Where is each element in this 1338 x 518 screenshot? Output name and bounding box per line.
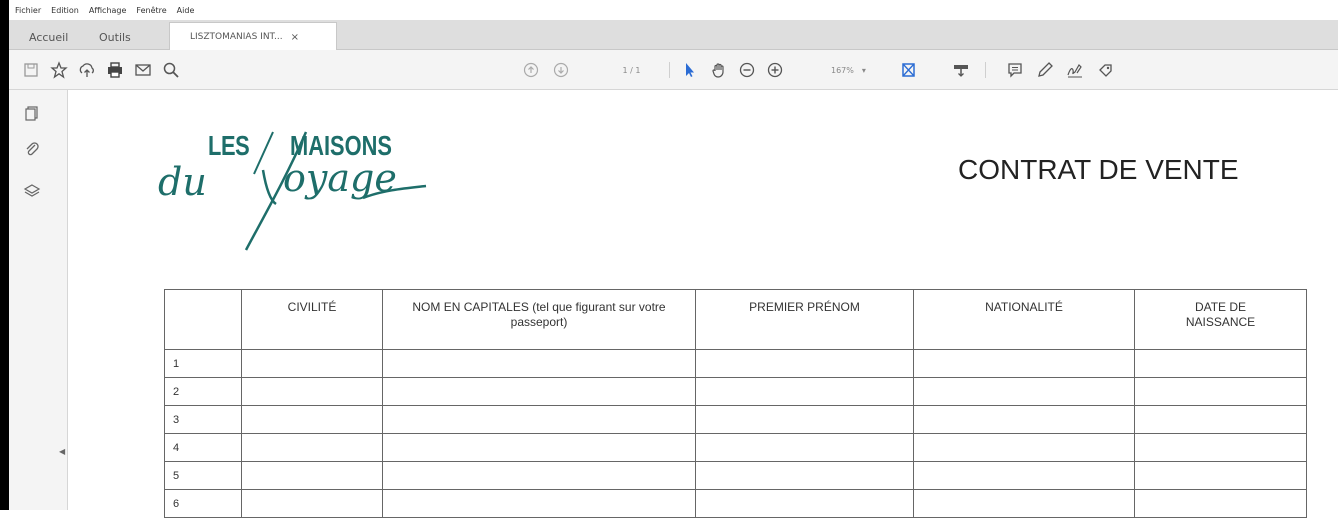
row-number: 1 <box>164 349 242 378</box>
table-cell[interactable] <box>913 349 1135 378</box>
column-header-nom-text: NOM EN CAPITALES (tel que figurant sur v… <box>412 300 666 329</box>
attachments-paperclip-icon[interactable] <box>23 140 41 158</box>
table-cell[interactable] <box>241 433 383 462</box>
menu-affichage[interactable]: Affichage <box>89 6 127 15</box>
table-cell[interactable] <box>1134 377 1307 406</box>
upload-cloud-icon[interactable] <box>75 58 99 82</box>
select-cursor-icon[interactable] <box>677 58 701 82</box>
table-cell[interactable] <box>695 349 914 378</box>
zoom-level: 167% <box>831 65 854 75</box>
column-header-nom: NOM EN CAPITALES (tel que figurant sur v… <box>382 289 696 350</box>
table-row: 4 <box>164 433 1307 462</box>
bookmark-star-icon[interactable] <box>47 58 71 82</box>
tab-home[interactable]: Accueil <box>29 24 68 50</box>
collapse-panel-icon[interactable]: ◀ <box>59 447 65 456</box>
previous-page-icon[interactable] <box>519 58 543 82</box>
table-cell[interactable] <box>695 405 914 434</box>
menu-bar: Fichier Edition Affichage Fenêtre Aide <box>9 0 1338 20</box>
zoom-in-icon[interactable] <box>763 58 787 82</box>
comment-icon[interactable] <box>1003 58 1027 82</box>
save-icon[interactable] <box>19 58 43 82</box>
menu-edition[interactable]: Edition <box>51 6 79 15</box>
table-cell[interactable] <box>913 377 1135 406</box>
table-cell[interactable] <box>382 405 696 434</box>
column-header-date-text: DATE DE NAISSANCE <box>1185 300 1256 329</box>
page-thumbnails-icon[interactable] <box>23 104 41 122</box>
tab-document-label: LISZTOMANIAS INT... <box>190 32 283 42</box>
close-tab-icon[interactable]: × <box>291 32 299 43</box>
hand-tool-icon[interactable] <box>707 58 731 82</box>
table-cell[interactable] <box>695 489 914 518</box>
table-row: 2 <box>164 377 1307 406</box>
toolbar: 1 / 1 167% ▾ <box>9 50 1338 90</box>
read-mode-icon[interactable] <box>949 58 973 82</box>
tab-tools[interactable]: Outils <box>99 24 131 50</box>
table-row: 3 <box>164 405 1307 434</box>
logo-text-voyage: oyage <box>283 156 397 200</box>
table-cell[interactable] <box>382 461 696 490</box>
table-row: 5 <box>164 461 1307 490</box>
table-cell[interactable] <box>241 377 383 406</box>
table-cell[interactable] <box>913 461 1135 490</box>
column-header-prenom: PREMIER PRÉNOM <box>695 289 914 350</box>
search-icon[interactable] <box>159 58 183 82</box>
email-icon[interactable] <box>131 58 155 82</box>
table-cell[interactable] <box>695 461 914 490</box>
table-cell[interactable] <box>913 489 1135 518</box>
print-icon[interactable] <box>103 58 127 82</box>
table-cell[interactable] <box>382 349 696 378</box>
menu-fichier[interactable]: Fichier <box>15 6 41 15</box>
chevron-down-icon: ▾ <box>861 65 866 75</box>
next-page-icon[interactable] <box>549 58 573 82</box>
column-header-nationalite: NATIONALITÉ <box>913 289 1135 350</box>
table-cell[interactable] <box>1134 349 1307 378</box>
table-cell[interactable] <box>695 377 914 406</box>
table-cell[interactable] <box>382 433 696 462</box>
brand-logo: LES MAISONS du oyage <box>158 118 438 258</box>
stamp-tools-icon[interactable] <box>1093 58 1117 82</box>
table-cell[interactable] <box>382 377 696 406</box>
passenger-table: CIVILITÉ NOM EN CAPITALES (tel que figur… <box>164 289 1307 518</box>
table-cell[interactable] <box>382 489 696 518</box>
document-page: LES MAISONS du oyage CONTRAT DE VENTE CI… <box>68 90 1338 518</box>
row-number: 4 <box>164 433 242 462</box>
row-number: 3 <box>164 405 242 434</box>
highlight-pen-icon[interactable] <box>1033 58 1057 82</box>
tab-document[interactable]: LISZTOMANIAS INT... × <box>169 22 337 51</box>
table-cell[interactable] <box>241 489 383 518</box>
menu-aide[interactable]: Aide <box>177 6 195 15</box>
layers-icon[interactable] <box>23 182 41 200</box>
tab-bar: Accueil Outils LISZTOMANIAS INT... × <box>9 20 1338 51</box>
toolbar-separator <box>985 62 986 78</box>
table-cell[interactable] <box>1134 461 1307 490</box>
table-cell[interactable] <box>913 433 1135 462</box>
table-cell[interactable] <box>1134 489 1307 518</box>
table-cell[interactable] <box>241 349 383 378</box>
column-header-civilite: CIVILITÉ <box>241 289 383 350</box>
table-header-row: CIVILITÉ NOM EN CAPITALES (tel que figur… <box>164 289 1307 350</box>
sign-icon[interactable] <box>1063 58 1087 82</box>
table-cell[interactable] <box>695 433 914 462</box>
table-cell[interactable] <box>241 461 383 490</box>
document-title: CONTRAT DE VENTE <box>958 154 1239 185</box>
column-header-number <box>164 289 242 350</box>
row-number: 2 <box>164 377 242 406</box>
fit-page-icon[interactable] <box>897 58 921 82</box>
row-number: 5 <box>164 461 242 490</box>
table-cell[interactable] <box>1134 405 1307 434</box>
table-cell[interactable] <box>1134 433 1307 462</box>
row-number: 6 <box>164 489 242 518</box>
menu-fenetre[interactable]: Fenêtre <box>136 6 166 15</box>
zoom-level-dropdown[interactable]: 167% ▾ <box>831 62 891 78</box>
page-indicator[interactable]: 1 / 1 <box>604 62 659 78</box>
table-row: 1 <box>164 349 1307 378</box>
table-cell[interactable] <box>241 405 383 434</box>
zoom-out-icon[interactable] <box>735 58 759 82</box>
window-edge <box>0 0 9 510</box>
table-cell[interactable] <box>913 405 1135 434</box>
table-row: 6 <box>164 489 1307 518</box>
navigation-panel: ◀ <box>9 90 68 510</box>
toolbar-separator <box>669 62 670 78</box>
column-header-date-naissance: DATE DE NAISSANCE <box>1134 289 1307 350</box>
